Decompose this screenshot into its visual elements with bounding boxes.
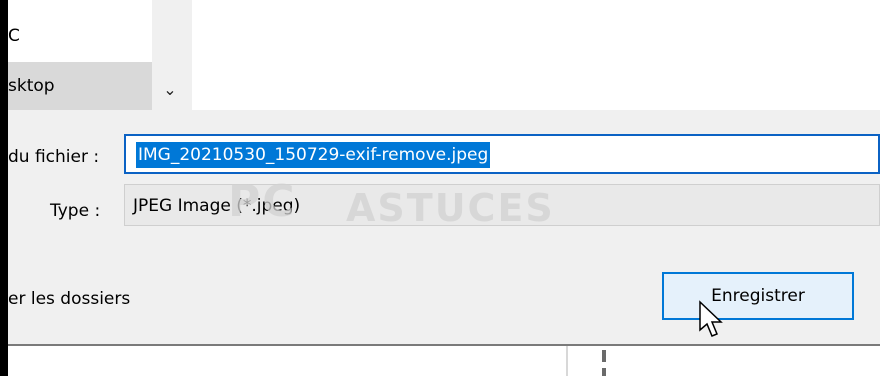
nav-item-pc[interactable]: C [8,12,152,60]
hide-folders-toggle[interactable]: er les dossiers [8,287,130,311]
watermark-pc: PC [228,176,297,227]
nav-item-label: C [8,26,20,46]
file-name-input[interactable]: IMG_20210530_150729-exif-remove.jpeg [124,134,880,174]
file-type-label: Type : [50,201,101,221]
file-name-label: du fichier : [8,147,100,167]
navigation-pane: C sktop [8,0,152,110]
mouse-cursor-icon [699,300,723,337]
dash-mark [602,368,606,376]
file-list-pane[interactable] [192,0,880,110]
dash-mark [602,350,606,362]
watermark-word: ASTUCES [346,186,555,230]
nav-item-desktop[interactable]: sktop [8,62,152,110]
divider [566,346,568,376]
window-frame [0,0,8,376]
file-name-value: IMG_20210530_150729-exif-remove.jpeg [136,142,491,168]
save-button[interactable]: Enregistrer [662,272,854,320]
chevron-down-icon[interactable]: ⌄ [160,80,180,100]
nav-item-label: sktop [8,76,55,96]
background-window [8,346,880,376]
